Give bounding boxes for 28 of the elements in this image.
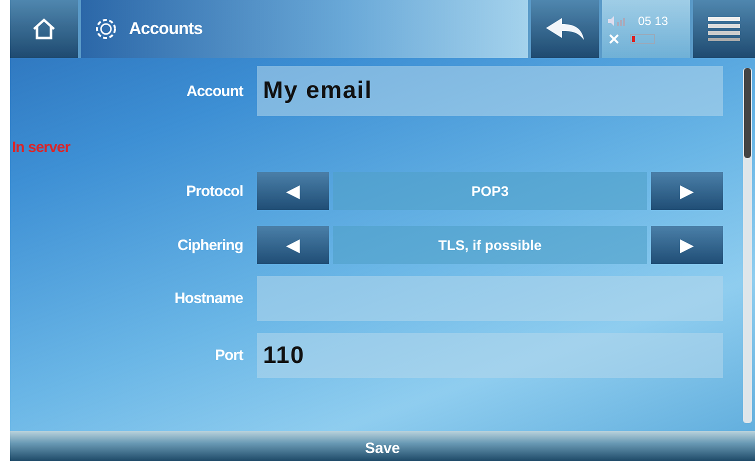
field-label: Account bbox=[186, 82, 244, 100]
input-field[interactable]: 110 bbox=[257, 333, 723, 378]
input-field[interactable] bbox=[257, 276, 723, 321]
previous-button[interactable]: ◀ bbox=[257, 226, 329, 264]
section-heading: In server bbox=[12, 139, 70, 156]
wifi-off-icon bbox=[608, 32, 620, 44]
save-button[interactable]: Save bbox=[10, 431, 755, 461]
input-field[interactable]: My email bbox=[257, 66, 723, 116]
selector-value: TLS, if possible bbox=[333, 226, 647, 264]
field-label: Ciphering bbox=[176, 236, 244, 254]
field-label: Port bbox=[214, 347, 244, 364]
home-button[interactable] bbox=[10, 0, 78, 58]
battery-icon bbox=[630, 34, 656, 44]
scrollbar[interactable] bbox=[743, 68, 752, 423]
home-icon bbox=[31, 17, 57, 41]
clock-text: 05 13 bbox=[638, 14, 668, 28]
selector-value: POP3 bbox=[333, 172, 647, 210]
menu-button[interactable] bbox=[693, 0, 755, 58]
field-label: Hostname bbox=[173, 290, 244, 307]
previous-button[interactable]: ◀ bbox=[257, 172, 329, 210]
menu-icon bbox=[708, 16, 740, 42]
field-label: Protocol bbox=[185, 182, 244, 200]
back-button[interactable] bbox=[531, 0, 599, 58]
back-arrow-icon bbox=[544, 16, 586, 42]
window-title: Accounts bbox=[129, 19, 202, 39]
volume-icon bbox=[608, 16, 628, 26]
next-button[interactable]: ▶ bbox=[651, 226, 723, 264]
next-button[interactable]: ▶ bbox=[651, 172, 723, 210]
